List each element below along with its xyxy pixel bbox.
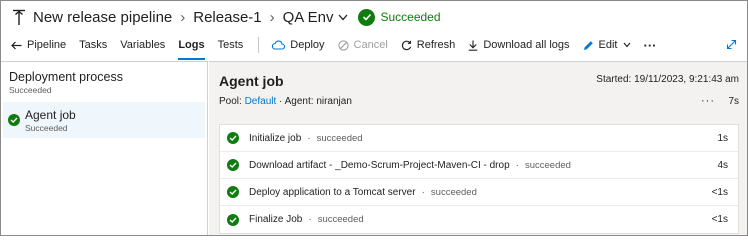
agent-label: Agent: niranjan [284, 96, 352, 107]
step-status: succeeded [524, 159, 571, 171]
pool-separator: · [279, 96, 283, 107]
pool-link[interactable]: Default [245, 96, 277, 107]
step-row[interactable]: Initialize job · succeeded 1s [220, 125, 738, 152]
pencil-icon [583, 40, 594, 51]
expand-icon[interactable] [726, 39, 737, 53]
step-status: succeeded [317, 214, 364, 225]
cancel-button[interactable]: Cancel [337, 33, 388, 57]
release-logs-window: New release pipeline › Release-1 › QA En… [0, 0, 748, 236]
more-options-button[interactable]: ··· [701, 95, 715, 107]
check-circle-icon [358, 8, 376, 26]
step-name: Initialize job [249, 132, 302, 144]
pool-label: Pool: [219, 96, 242, 107]
breadcrumb: New release pipeline › Release-1 › QA En… [1, 1, 747, 33]
environment-dropdown[interactable]: QA Env [283, 9, 334, 26]
step-duration: <1s [711, 214, 728, 225]
step-status: succeeded [430, 186, 477, 198]
agent-job-item[interactable]: Agent job Succeeded [3, 102, 205, 138]
deployment-process-item[interactable]: Deployment process Succeeded [1, 62, 207, 100]
agent-job-status: Succeeded [25, 122, 68, 133]
step-row[interactable]: Deploy application to a Tomcat server · … [220, 179, 738, 206]
stages-panel: Deployment process Succeeded Agent job S… [1, 61, 208, 235]
deployment-process-title: Deployment process [9, 70, 123, 84]
cloud-icon [271, 40, 286, 50]
chevron-right-icon: › [180, 8, 186, 26]
check-circle-icon [227, 213, 239, 226]
tab-tasks[interactable]: Tasks [79, 33, 107, 57]
more-actions-button[interactable]: ··· [644, 33, 657, 57]
step-duration: 1s [717, 132, 728, 144]
check-circle-icon [227, 159, 239, 171]
pipeline-icon [11, 8, 27, 26]
step-separator: · [421, 186, 425, 198]
step-name: Finalize Job [249, 214, 303, 225]
cancel-icon [337, 39, 349, 51]
chevron-down-icon [623, 42, 631, 48]
edit-button[interactable]: Edit [583, 33, 631, 57]
refresh-label: Refresh [416, 39, 456, 51]
deploy-button[interactable]: Deploy [271, 33, 325, 57]
tab-logs[interactable]: Logs [178, 33, 205, 60]
refresh-icon [401, 40, 412, 51]
job-title: Agent job [219, 73, 284, 89]
chevron-right-icon: › [269, 8, 275, 26]
deploy-label: Deploy [290, 39, 325, 51]
status-text: Succeeded [380, 10, 441, 24]
chevron-down-icon[interactable] [338, 14, 348, 21]
pool-info: Pool: Default · Agent: niranjan [219, 96, 352, 107]
pipeline-name-link[interactable]: New release pipeline [33, 9, 172, 26]
release-name-link[interactable]: Release-1 [193, 9, 261, 26]
step-duration: 4s [717, 159, 728, 171]
check-circle-icon [227, 132, 239, 144]
back-label: Pipeline [27, 39, 67, 51]
step-name: Deploy application to a Tomcat server [249, 186, 416, 198]
step-duration: <1s [711, 186, 728, 198]
step-name: Download artifact - _Demo-Scrum-Project-… [249, 159, 510, 171]
edit-label: Edit [598, 39, 618, 51]
download-label: Download all logs [483, 39, 570, 51]
cancel-label: Cancel [353, 39, 388, 51]
step-separator: · [515, 159, 519, 171]
step-separator: · [307, 132, 311, 144]
job-details-panel: Agent job Started: 19/11/2023, 9:21:43 a… [209, 61, 747, 235]
toolbar-divider [258, 37, 260, 53]
tab-variables[interactable]: Variables [120, 33, 165, 57]
arrow-left-icon [11, 41, 22, 50]
download-icon [468, 40, 478, 51]
refresh-button[interactable]: Refresh [401, 33, 456, 57]
agent-job-title: Agent job [25, 107, 76, 122]
step-separator: · [308, 214, 312, 225]
tab-tests[interactable]: Tests [218, 33, 244, 57]
status-badge: Succeeded [358, 8, 441, 26]
step-row[interactable]: Download artifact - _Demo-Scrum-Project-… [220, 152, 738, 179]
started-timestamp: Started: 19/11/2023, 9:21:43 am [596, 74, 739, 85]
toolbar: Pipeline Tasks Variables Logs Tests Depl… [1, 33, 747, 60]
check-circle-icon [8, 114, 20, 126]
steps-list: Initialize job · succeeded 1s Download a… [219, 124, 739, 234]
check-circle-icon [227, 186, 239, 198]
job-duration: 7s [728, 96, 739, 107]
download-all-logs-button[interactable]: Download all logs [468, 33, 570, 57]
step-status: succeeded [316, 132, 363, 144]
deployment-process-status: Succeeded [9, 85, 52, 95]
back-to-pipeline-button[interactable]: Pipeline [11, 33, 66, 57]
step-row[interactable]: Finalize Job · succeeded <1s [220, 206, 738, 233]
